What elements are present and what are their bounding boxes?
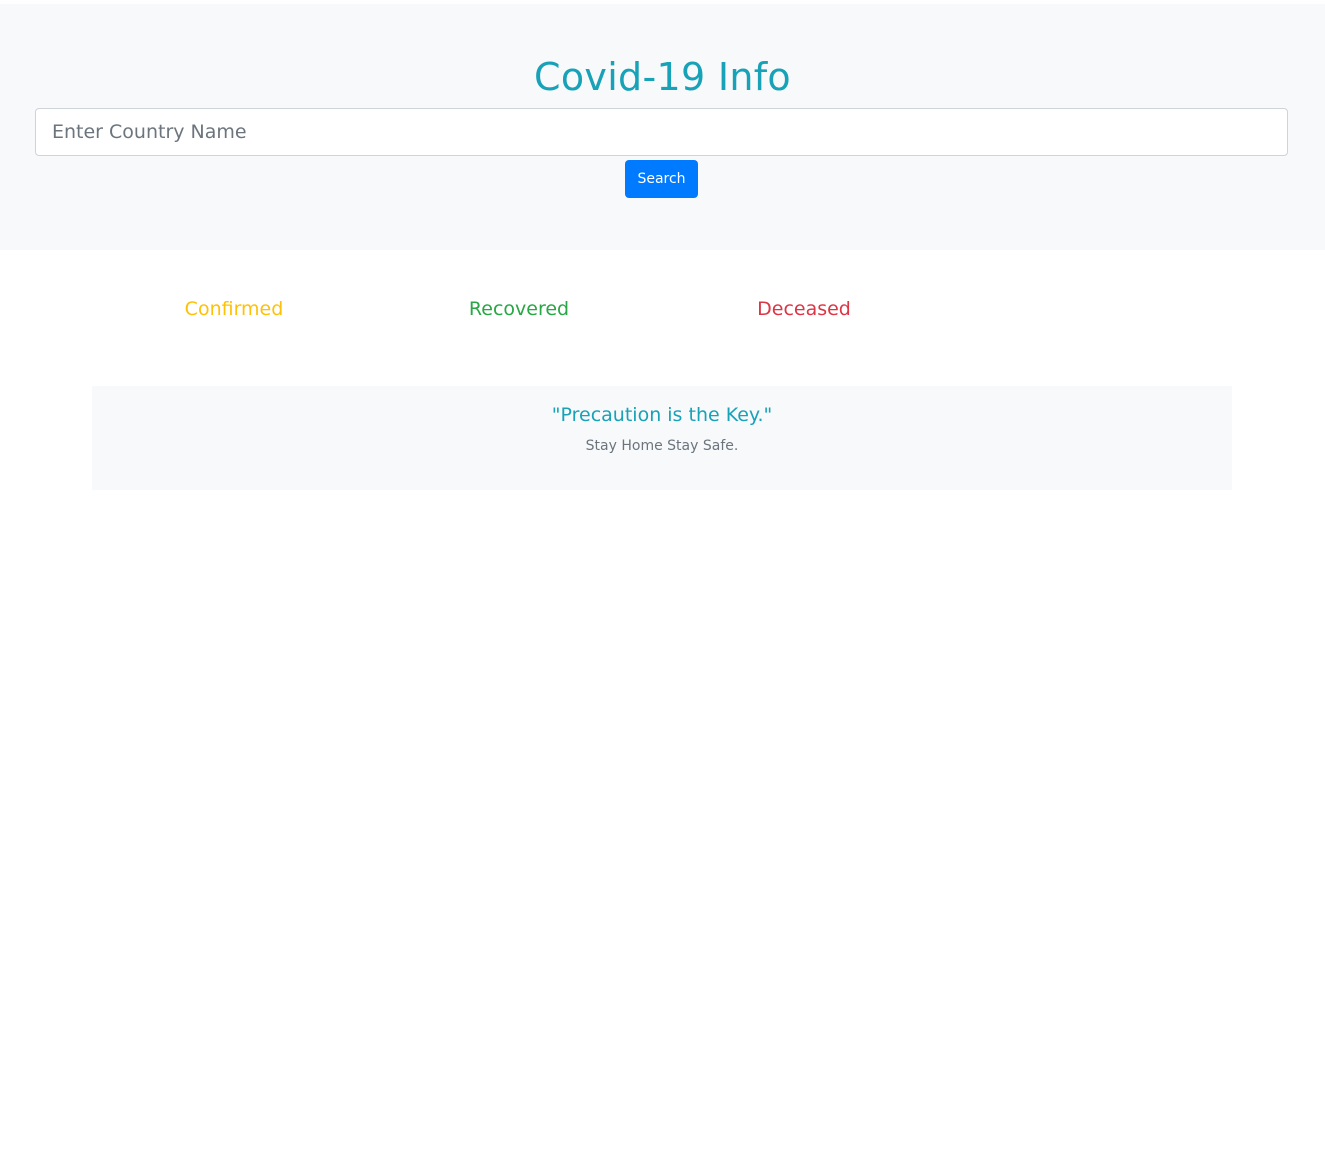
search-button[interactable]: Search <box>625 160 698 198</box>
recovered-label: Recovered <box>468 298 570 320</box>
quote-panel: "Precaution is the Key." Stay Home Stay … <box>92 386 1232 490</box>
quote-subtext: Stay Home Stay Safe. <box>585 438 739 454</box>
page-title: Covid-19 Info <box>534 55 791 99</box>
confirmed-label: Confirmed <box>184 298 284 320</box>
deceased-label: Deceased <box>757 298 851 320</box>
stats-row: Confirmed Recovered Deceased <box>0 296 1325 326</box>
country-search-input[interactable] <box>35 108 1288 156</box>
hero-section: Covid-19 Info Search <box>0 4 1325 250</box>
quote-text: "Precaution is the Key." <box>551 404 773 426</box>
